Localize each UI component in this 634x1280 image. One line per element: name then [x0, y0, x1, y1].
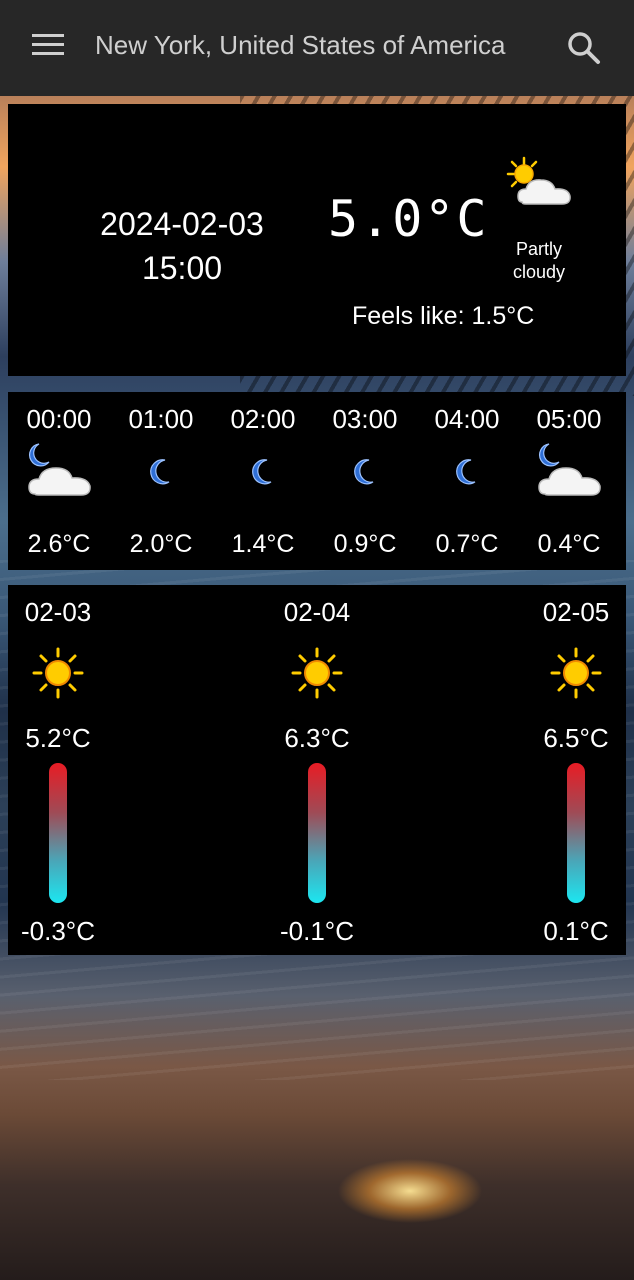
hour-temp: 0.7°C [435, 530, 499, 558]
hour-time: 01:00 [128, 404, 194, 434]
feels-like: Feels like: 1.5°C [352, 302, 535, 330]
partly-cloudy-night-icon [28, 443, 91, 496]
hour-temp: 0.9°C [333, 530, 397, 558]
moon-icon [354, 459, 374, 485]
temperature-range-bar [308, 763, 326, 903]
hour-time: 00:00 [26, 404, 92, 434]
current-date: 2024-02-03 [100, 206, 264, 242]
day-date: 02-04 [283, 597, 351, 627]
sun-icon [291, 647, 343, 699]
hour-temp: 2.0°C [129, 530, 193, 558]
hour-time: 02:00 [230, 404, 296, 434]
hourly-forecast-panel: 00:00 2.6°C 01:00 2.0°C 02:00 1.4°C 03:0… [8, 392, 626, 570]
hour-temp: 1.4°C [231, 530, 295, 558]
moon-icon [150, 459, 170, 485]
day-date: 02-05 [542, 597, 610, 627]
current-condition: Partly cloudy [496, 238, 582, 284]
partly-cloudy-day-icon [506, 156, 571, 205]
condition-line-2: cloudy [512, 262, 566, 282]
moon-icon [252, 459, 272, 485]
hour-time: 05:00 [536, 404, 602, 434]
current-time: 15:00 [141, 250, 223, 286]
sun-icon [550, 647, 602, 699]
day-high: 6.3°C [284, 723, 350, 753]
current-datetime: 2024-02-03 15:00 [82, 202, 282, 290]
menu-icon [32, 34, 66, 55]
day-high: 6.5°C [543, 723, 609, 753]
day-high: 5.2°C [25, 723, 91, 753]
partly-cloudy-night-icon [538, 443, 601, 496]
sun-icon [32, 647, 84, 699]
hour-temp: 2.6°C [27, 530, 91, 558]
search-icon [568, 32, 600, 64]
daily-forecast-panel: 02-03 5.2°C -0.3°C 02-04 6.3°C -0.1°C 02… [8, 585, 626, 955]
hour-time: 04:00 [434, 404, 500, 434]
hour-temp: 0.4°C [537, 530, 601, 558]
menu-button[interactable] [32, 34, 66, 60]
day-date: 02-03 [24, 597, 92, 627]
location-title: New York, United States of America [95, 30, 506, 60]
temperature-range-bar [49, 763, 67, 903]
current-weather-panel: 2024-02-03 15:00 5.0°C Partly cloudy Fee… [8, 104, 626, 376]
day-low: -0.1°C [280, 916, 354, 946]
search-button[interactable] [566, 30, 602, 66]
day-low: -0.3°C [21, 916, 95, 946]
current-temperature: 5.0°C [328, 190, 489, 248]
hour-time: 03:00 [332, 404, 398, 434]
day-low: 0.1°C [543, 916, 609, 946]
moon-icon [456, 459, 476, 485]
app-bar: New York, United States of America [0, 0, 634, 96]
temperature-range-bar [567, 763, 585, 903]
condition-line-1: Partly [515, 239, 562, 259]
